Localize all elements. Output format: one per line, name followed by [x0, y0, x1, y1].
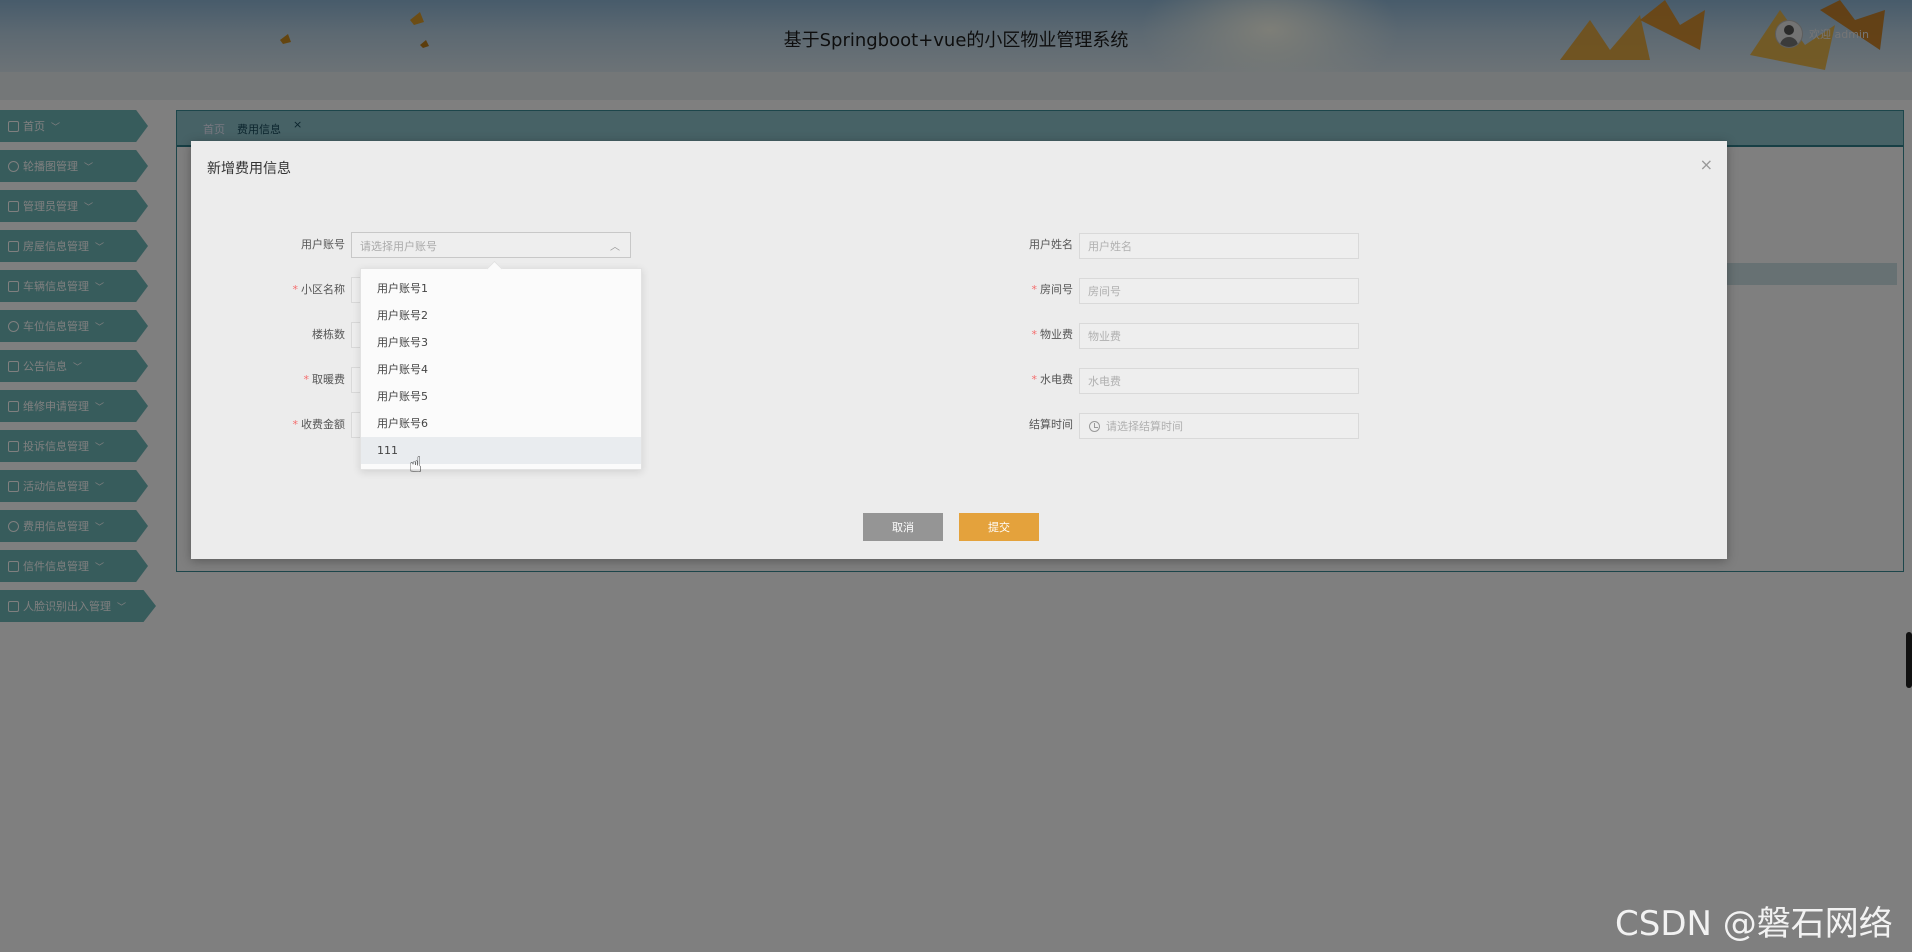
hand-cursor-icon: ☝ [409, 453, 423, 478]
dropdown-option[interactable]: 用户账号1 [361, 275, 641, 302]
user-account-select[interactable]: 请选择用户账号 ︿ [351, 232, 631, 258]
add-fee-dialog: 新增费用信息 × 用户账号 请选择用户账号 ︿ *小区名称 楼栋数 *取暖费 *… [191, 141, 1727, 559]
user-name-input[interactable] [1079, 233, 1359, 259]
submit-button[interactable]: 提交 [959, 513, 1039, 541]
room-number-label: * 房间号 [1031, 283, 1074, 296]
room-number-input[interactable] [1079, 278, 1359, 304]
user-account-dropdown: 用户账号1 用户账号2 用户账号3 用户账号4 用户账号5 用户账号6 111 [360, 268, 642, 470]
building-count-label: 楼栋数 [312, 328, 345, 341]
select-placeholder: 请选择用户账号 [360, 240, 437, 253]
utility-fee-input[interactable] [1079, 368, 1359, 394]
cancel-button[interactable]: 取消 [863, 513, 943, 541]
property-fee-input[interactable] [1079, 323, 1359, 349]
utility-fee-label: * 水电费 [1031, 373, 1074, 386]
watermark: CSDN @磐石网络 [1615, 904, 1893, 944]
settlement-time-label: 结算时间 [1029, 418, 1073, 431]
user-account-label: 用户账号 [301, 238, 345, 251]
close-icon[interactable]: × [1700, 155, 1713, 174]
heating-fee-label: * 取暖费 [303, 373, 346, 386]
settlement-time-picker[interactable] [1079, 413, 1359, 439]
charge-amount-label: * 收费金额 [292, 418, 346, 431]
dropdown-option[interactable]: 用户账号5 [361, 383, 641, 410]
dialog-title: 新增费用信息 [207, 161, 291, 177]
property-fee-label: * 物业费 [1031, 328, 1074, 341]
dropdown-option-hovered[interactable]: 111 [361, 437, 641, 464]
dropdown-option[interactable]: 用户账号2 [361, 302, 641, 329]
dropdown-option[interactable]: 用户账号4 [361, 356, 641, 383]
dropdown-option[interactable]: 用户账号3 [361, 329, 641, 356]
dropdown-option[interactable]: 用户账号6 [361, 410, 641, 437]
user-name-label: 用户姓名 [1029, 238, 1073, 251]
community-name-label: * 小区名称 [292, 283, 346, 296]
clock-icon [1089, 421, 1100, 432]
chevron-up-icon: ︿ [610, 242, 620, 253]
